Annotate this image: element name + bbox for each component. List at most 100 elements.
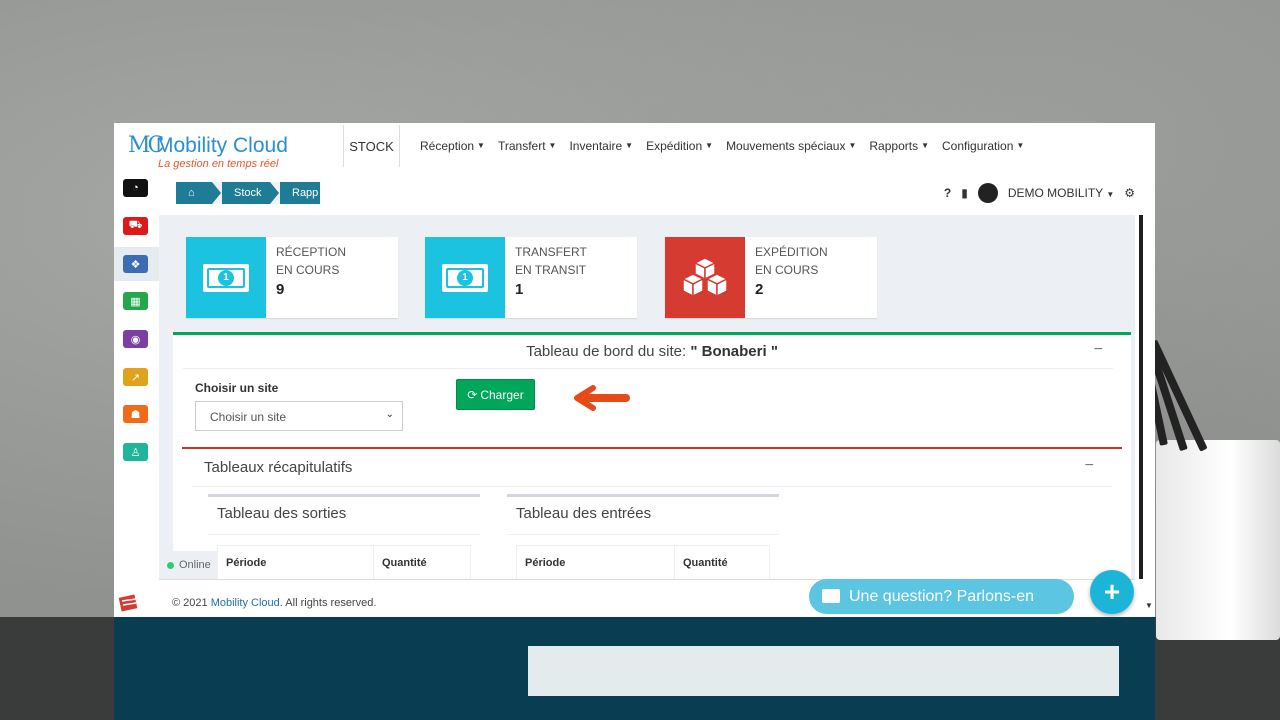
- menu-transfert[interactable]: Transfert ▼: [498, 139, 557, 153]
- bill-shape: 1: [442, 263, 488, 292]
- cart-icon[interactable]: ⛟: [123, 217, 148, 235]
- column-header[interactable]: Quantité: [373, 545, 471, 580]
- entrees-title: Tableau des entrées: [516, 505, 652, 522]
- footer-prefix: © 2021: [172, 597, 211, 609]
- infobox-label: EXPÉDITION: [755, 245, 828, 259]
- infobox-sublabel: EN TRANSIT: [515, 263, 587, 277]
- menu-expedition[interactable]: Expédition ▼: [646, 139, 713, 153]
- user-menu[interactable]: DEMO MOBILITY ▼: [1008, 186, 1114, 200]
- breadcrumb-separator: [270, 182, 279, 204]
- site-select[interactable]: Choisir un site ⌄: [195, 401, 403, 431]
- infobox-value: 9: [276, 281, 285, 298]
- sitemap-icon[interactable]: ♙: [123, 443, 148, 461]
- menu-configuration[interactable]: Configuration ▼: [942, 139, 1024, 153]
- footer-suffix: . All rights reserved.: [279, 597, 377, 609]
- scrollbar-thumb[interactable]: [1139, 215, 1143, 579]
- infobox-value: 2: [755, 281, 764, 298]
- caret-down-icon: ▼: [625, 141, 634, 150]
- users-icon[interactable]: ☗: [123, 405, 148, 423]
- bottom-band: [114, 617, 1155, 720]
- infobox-expedition[interactable]: EXPÉDITION EN COURS 2: [665, 237, 877, 318]
- money-bill-icon: 1: [425, 237, 505, 318]
- entrees-table: Période Quantité: [516, 545, 770, 580]
- recap-title: Tableaux récapitulatifs: [204, 459, 353, 476]
- divider: [507, 534, 779, 535]
- menu-rapports[interactable]: Rapports ▼: [869, 139, 929, 153]
- divider: [192, 486, 1112, 487]
- infobox-transfert[interactable]: 1 TRANSFERT EN TRANSIT 1: [425, 237, 637, 318]
- boxes-icon[interactable]: ❖: [123, 255, 148, 273]
- chat-widget-button[interactable]: Une question? Parlons-en: [809, 579, 1074, 614]
- infobox-label: TRANSFERT: [515, 245, 587, 259]
- divider: [183, 368, 1113, 369]
- main-content: 1 RÉCEPTION EN COURS 9 1 TRANSFERT EN TR…: [159, 215, 1135, 584]
- bill-shape: 1: [203, 263, 249, 292]
- main-menu: Réception ▼ Transfert ▼ Inventaire ▼ Expédi…: [420, 139, 1037, 153]
- app-window: MC Mobility Cloud La gestion en temps ré…: [114, 123, 1155, 617]
- infobox-text: RÉCEPTION EN COURS: [276, 243, 346, 279]
- calculator-icon[interactable]: ▦: [123, 292, 148, 310]
- coin: 1: [218, 269, 234, 286]
- caption-bar: [528, 646, 1119, 696]
- charger-button[interactable]: ⟳ Charger: [456, 379, 535, 410]
- chevron-down-icon: ⌄: [385, 409, 394, 420]
- infobox-reception[interactable]: 1 RÉCEPTION EN COURS 9: [186, 237, 398, 318]
- caret-down-icon: ▼: [548, 141, 557, 150]
- module-label[interactable]: STOCK: [343, 125, 400, 167]
- footer-brand-link[interactable]: Mobility Cloud: [211, 597, 280, 609]
- app-logo-icon: [118, 594, 138, 612]
- dashboard-icon[interactable]: ◔: [123, 179, 148, 197]
- infobox-text: EXPÉDITION EN COURS: [755, 243, 828, 279]
- chat-icon: [822, 589, 840, 603]
- caret-down-icon: ▼: [1016, 141, 1025, 150]
- collapse-icon[interactable]: −: [1085, 457, 1094, 475]
- plus-icon: +: [1103, 576, 1121, 607]
- charger-label: Charger: [480, 387, 524, 402]
- chart-icon[interactable]: ↗: [123, 368, 148, 386]
- entrees-table-panel: Tableau des entrées Période Quantité: [507, 494, 779, 584]
- help-icon[interactable]: ?: [944, 186, 951, 200]
- collapse-icon[interactable]: −: [1094, 341, 1103, 359]
- home-icon: ⌂: [188, 187, 195, 199]
- menu-inventaire[interactable]: Inventaire ▼: [569, 139, 633, 153]
- caret-down-icon: ▼: [705, 141, 714, 150]
- breadcrumb-stock[interactable]: Stock: [222, 182, 270, 204]
- scroll-down-icon[interactable]: ▼: [1145, 601, 1153, 610]
- infobox-value: 1: [515, 281, 524, 298]
- breadcrumb-home[interactable]: ⌂: [176, 182, 212, 204]
- footer-text: © 2021 Mobility Cloud. All rights reserv…: [172, 597, 376, 609]
- gear-icon[interactable]: ⚙: [1124, 186, 1135, 200]
- column-header[interactable]: Période: [217, 545, 374, 580]
- coin: 1: [457, 269, 473, 286]
- recap-panel: Tableaux récapitulatifs − Tableau des so…: [182, 447, 1122, 584]
- logo-name: Mobility Cloud: [156, 134, 288, 157]
- money-icon[interactable]: ◉: [123, 330, 148, 348]
- menu-mouvements-speciaux[interactable]: Mouvements spéciaux ▼: [726, 139, 856, 153]
- sorties-title: Tableau des sorties: [217, 505, 347, 522]
- panel-title: Tableau de bord du site: " Bonaberi ": [173, 343, 1131, 360]
- logo-tagline: La gestion en temps réel: [158, 158, 279, 170]
- online-dot-icon: [167, 561, 174, 569]
- book-icon[interactable]: ▮: [961, 186, 968, 200]
- caret-down-icon: ▼: [1106, 190, 1115, 199]
- site-select-value: Choisir un site: [210, 410, 287, 424]
- caret-down-icon: ▼: [477, 141, 485, 150]
- panel-title-prefix: Tableau de bord du site:: [526, 343, 687, 360]
- sidebar: ◔ ⛟ ❖ ▦ ◉ ↗ ☗ ♙: [114, 171, 159, 617]
- online-label: Online: [179, 559, 211, 571]
- scrollbar[interactable]: [1135, 215, 1155, 617]
- column-header[interactable]: Période: [516, 545, 675, 580]
- menu-reception[interactable]: Réception ▼: [420, 139, 485, 153]
- sub-header: ⌂ Stock Rapp ? ▮ DEMO MOBILITY ▼ ⚙: [159, 171, 1155, 215]
- caret-down-icon: ▼: [848, 141, 857, 150]
- add-fab-button[interactable]: +: [1090, 570, 1134, 614]
- avatar[interactable]: [977, 183, 998, 203]
- infobox-sublabel: EN COURS: [755, 263, 819, 277]
- money-bill-icon: 1: [186, 237, 266, 318]
- caret-down-icon: ▼: [921, 141, 929, 150]
- table-header-row: Période Quantité: [516, 545, 770, 580]
- logo[interactable]: MC Mobility Cloud La gestion en temps ré…: [128, 131, 318, 171]
- infobox-label: RÉCEPTION: [276, 245, 347, 259]
- breadcrumb-rapports[interactable]: Rapp: [280, 182, 320, 204]
- column-header[interactable]: Quantité: [674, 545, 770, 580]
